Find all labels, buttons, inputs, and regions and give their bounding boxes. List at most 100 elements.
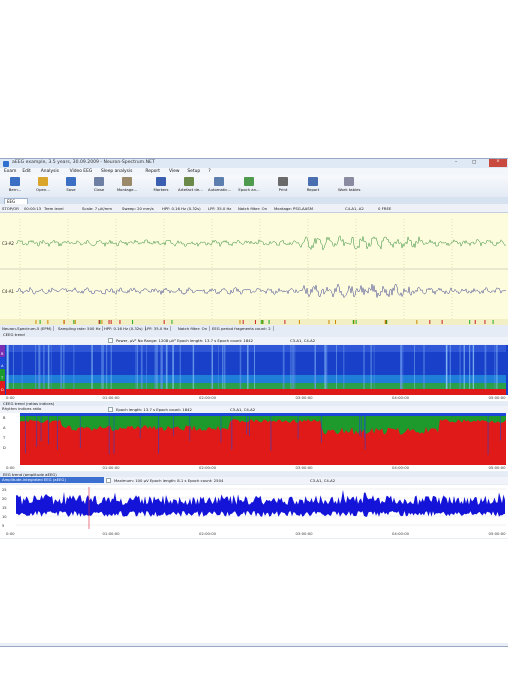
spectrogram-artifact	[47, 345, 50, 389]
spectrogram-artifact	[21, 345, 23, 389]
minimize-icon[interactable]: –	[455, 160, 469, 166]
spectrogram-artifact	[172, 345, 174, 389]
ratio-spike	[359, 413, 360, 436]
stop-button[interactable]: STOP/OR	[2, 206, 19, 211]
spectrogram-artifact	[325, 345, 328, 389]
montage-select[interactable]: Montage: PSG-AASM	[274, 206, 313, 211]
close-window-icon[interactable]: ×	[489, 159, 507, 167]
trend3-x-tick: 02:00:00	[199, 531, 217, 536]
trend3-header: Amplitude-integrated EEG (aEEG)	[0, 477, 104, 483]
trend3-settings[interactable]: Maximum: 100 µV Epoch length: 8.1 s Epoc…	[114, 478, 223, 483]
trend2-channels[interactable]: C3-A1, C4-A2	[230, 407, 255, 412]
automatic-analysis-icon	[214, 177, 224, 186]
spectrogram-artifact	[12, 345, 14, 389]
rhythm-ratio-chart[interactable]: BATD	[0, 413, 508, 465]
spectrogram-artifact	[192, 345, 195, 389]
spectrogram-artifact	[294, 345, 296, 389]
toolbar-button-epoch-an[interactable]: Epoch an...	[238, 177, 260, 196]
trend3-channels[interactable]: C3-A1, C4-A2	[310, 478, 335, 483]
trend2-settings[interactable]: Epoch length: 13.7 s Epoch count: 1842	[116, 407, 192, 412]
menu-item-edit[interactable]: Edit	[22, 169, 31, 174]
menu-item-setup[interactable]: Setup	[187, 169, 200, 174]
spectrogram-artifact	[282, 345, 285, 389]
sweep-select[interactable]: Sweep: 20 mm/s	[122, 206, 154, 211]
maximize-icon[interactable]: □	[472, 160, 486, 166]
trend1-settings[interactable]: Power, µV² No Range: 1208 µV² Epoch leng…	[116, 338, 253, 343]
menu-item-exam[interactable]: Exam	[4, 169, 16, 174]
toolbar-button-artefact-de[interactable]: Artefact de...	[178, 177, 203, 196]
trend1-x-tick: 02:00:00	[199, 395, 217, 400]
ceeg-spectrogram[interactable]: DTAB	[0, 345, 508, 395]
toolbar-button-report[interactable]: Report	[302, 177, 324, 196]
menu-item-view[interactable]: View	[169, 169, 179, 174]
aeeg-chart[interactable]: 25 20 15 10 5	[0, 485, 508, 531]
ratio-spike	[113, 413, 115, 454]
mode-select[interactable]: Trem level	[44, 206, 64, 211]
time-field[interactable]: 00:00:13	[24, 206, 41, 211]
application-window: aEEG example, 3.5 years, 30.09.2009 - Ne…	[0, 158, 508, 647]
toolbar-button-montage[interactable]: Montage...	[116, 177, 138, 196]
trend3-y-tick: 20	[2, 497, 7, 501]
spectrogram-artifact	[110, 345, 112, 389]
toolbar-button-markers[interactable]: Markers	[150, 177, 172, 196]
spectrogram-artifact	[324, 345, 326, 389]
trend2-x-tick: 05:00:00	[488, 465, 506, 470]
ratio-spike	[40, 413, 42, 442]
menu-item-video-eeg[interactable]: Video EEG	[70, 169, 93, 174]
tab-bar: EEG	[0, 197, 508, 205]
spectrogram-artifact	[60, 345, 63, 389]
menu-item-sleep-analysis[interactable]: Sleep analysis	[101, 169, 132, 174]
toolbar-button-work-tables[interactable]: Work tables	[338, 177, 360, 196]
eeg-event-marker	[335, 320, 337, 324]
spectrogram-artifact	[38, 345, 40, 389]
ratio-spike	[364, 413, 366, 439]
toolbar-button-open[interactable]: Open...	[32, 177, 54, 196]
artefact-detection-icon	[184, 177, 194, 186]
ratio-spike	[57, 413, 58, 450]
toolbar-button-print[interactable]: Print	[272, 177, 294, 196]
trend2-x-tick: 0:00	[6, 465, 15, 470]
empty-workspace	[0, 539, 508, 643]
trend3-dropdown[interactable]	[106, 478, 111, 483]
trend1-dropdown[interactable]	[108, 338, 113, 343]
hpf-select[interactable]: HPF: 0.16 Hz (0.32s)	[162, 206, 201, 211]
eeg-event-marker	[108, 320, 110, 324]
menu-item--[interactable]: ?	[208, 169, 210, 174]
spectrogram-artifact	[400, 345, 403, 389]
toolbar-button-save[interactable]: Save	[60, 177, 82, 196]
channel-select[interactable]: C4-A1, A2	[345, 206, 364, 211]
lpf-select[interactable]: LPF: 35.0 Hz	[208, 206, 231, 211]
spectrogram-artifact	[246, 345, 249, 389]
eeg-event-marker	[39, 320, 41, 324]
ratio-spike	[79, 413, 81, 449]
trend1-channels[interactable]: C3-A1, C4-A2	[290, 338, 315, 343]
spectrogram-artifact	[35, 345, 37, 389]
spectrogram-artifact	[370, 345, 372, 389]
spectrogram-beta-band	[6, 345, 506, 352]
eeg-event-marker	[260, 320, 262, 324]
eeg-event-marker	[132, 320, 134, 324]
eeg-event-marker	[492, 320, 494, 324]
menu-item-report[interactable]: Report	[145, 169, 160, 174]
patient-card-icon	[10, 177, 20, 186]
notch-select[interactable]: Notch filter: On	[238, 206, 267, 211]
spectrogram-artifact	[414, 345, 416, 389]
spectrogram-artifact	[402, 345, 404, 389]
eeg-trace-panel[interactable]: 00:1900:2000:2100:2200:2300:2400:2500:26…	[0, 213, 508, 326]
spectrogram-artifact	[102, 345, 104, 389]
toolbar-button-bern[interactable]: Bern...	[4, 177, 26, 196]
toolbar-button-close[interactable]: Close	[88, 177, 110, 196]
toolbar-button-automatic[interactable]: Automatic...	[208, 177, 231, 196]
eeg-event-marker	[262, 320, 264, 324]
fit-button[interactable]: 0 FREE	[378, 206, 391, 211]
trend2-dropdown[interactable]	[108, 407, 113, 412]
app-logo-icon	[3, 160, 9, 167]
spectrogram-delta-green	[6, 383, 506, 389]
spectrogram-artifact	[106, 345, 108, 389]
trend3-x-tick: 05:00:00	[488, 531, 506, 536]
ratio-spike	[500, 413, 501, 441]
scale-select[interactable]: Scale: 7 µV/mm	[82, 206, 112, 211]
eeg-trace-canvas[interactable]	[0, 213, 508, 325]
menu-item-analysis[interactable]: Analysis	[41, 169, 59, 174]
ratio-spike	[139, 413, 141, 439]
